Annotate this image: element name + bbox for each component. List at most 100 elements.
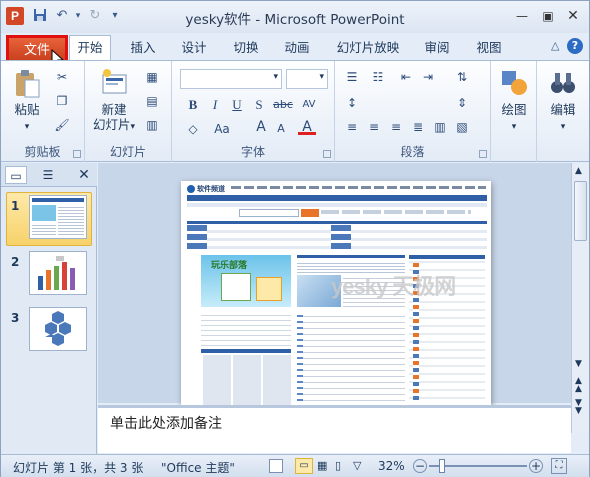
title-bar: P ↶ ▾ ↻ ▾ yesky软件 - Microsoft PowerPoint… bbox=[1, 1, 589, 33]
align-text-icon[interactable]: ⇕ bbox=[453, 95, 471, 111]
slide-thumbnail-1[interactable] bbox=[29, 195, 87, 239]
vertical-scrollbar[interactable]: ▲ ▼ ▲ ▲ ▼ ▼ bbox=[571, 163, 589, 433]
ribbon-tabs: 文件 开始 插入 设计 切换 动画 幻灯片放映 审阅 视图 △ ? bbox=[1, 33, 589, 69]
slide-thumbnail-2[interactable] bbox=[29, 251, 87, 295]
paragraph-launcher-icon[interactable] bbox=[479, 150, 487, 158]
section-icon[interactable]: ▥ bbox=[143, 117, 161, 133]
text-direction-icon[interactable]: ⇅ bbox=[453, 69, 471, 85]
tab-design[interactable]: 设计 bbox=[174, 37, 214, 61]
slide-site-name: 软件频道 bbox=[197, 185, 225, 193]
slide-number: 1 bbox=[11, 199, 20, 213]
paste-button[interactable]: 粘贴 ▾ bbox=[9, 67, 45, 135]
cut-icon[interactable]: ✂ bbox=[53, 69, 71, 85]
shapes-style-icon[interactable]: ◇ bbox=[184, 121, 202, 137]
tab-transitions[interactable]: 切换 bbox=[226, 37, 266, 61]
slides-pane: ▭ ☰ ✕ 1 2 3 bbox=[1, 163, 97, 454]
shadow-button[interactable]: S bbox=[250, 97, 268, 113]
italic-button[interactable]: I bbox=[206, 97, 224, 113]
next-slide-icon[interactable]: ▼ ▼ bbox=[575, 399, 582, 416]
drawing-group: 绘图 ▾ bbox=[491, 61, 537, 162]
strikethrough-button[interactable]: abc bbox=[270, 97, 296, 113]
line-spacing-icon[interactable]: ↕ bbox=[343, 95, 361, 111]
minimize-icon[interactable]: — bbox=[511, 7, 533, 25]
paste-icon bbox=[16, 70, 40, 98]
font-group: ▾ ▾ B I U S abc AV ◇ Aa A A A 字体 bbox=[172, 61, 335, 162]
slide-number: 2 bbox=[11, 255, 20, 269]
clipboard-launcher-icon[interactable] bbox=[73, 150, 81, 158]
zoom-slider-thumb[interactable] bbox=[439, 459, 445, 473]
zoom-in-icon[interactable]: + bbox=[529, 459, 543, 473]
editing-group: 编辑 ▾ bbox=[537, 61, 589, 162]
zoom-level[interactable]: 32% bbox=[378, 459, 405, 473]
tab-slideshow[interactable]: 幻灯片放映 bbox=[333, 37, 403, 61]
previous-slide-icon[interactable]: ▲ ▲ bbox=[575, 377, 582, 394]
tab-review[interactable]: 审阅 bbox=[417, 37, 457, 61]
font-launcher-icon[interactable] bbox=[323, 150, 331, 158]
slide-count-status: 幻灯片 第 1 张，共 3 张 bbox=[13, 461, 144, 475]
ribbon: 粘贴 ▾ ✂ ❐ 🖌 剪贴板 新建 幻灯片▾ ▦ ▤ ▥ 幻灯片 ▾ ▾ B I U bbox=[1, 60, 589, 162]
bullets-icon[interactable]: ☰ bbox=[343, 69, 361, 85]
notes-pane[interactable]: 单击此处添加备注 bbox=[98, 405, 571, 453]
theme-status[interactable]: "Office 主题" bbox=[161, 459, 235, 476]
numbering-icon[interactable]: ☷ bbox=[369, 69, 387, 85]
font-color-button[interactable]: A bbox=[298, 119, 316, 135]
tab-animations[interactable]: 动画 bbox=[277, 37, 317, 61]
editing-button[interactable]: 编辑 ▾ bbox=[543, 67, 583, 135]
reset-icon[interactable]: ▤ bbox=[143, 93, 161, 109]
align-right-icon[interactable]: ≡ bbox=[387, 119, 405, 135]
layout-icon[interactable]: ▦ bbox=[143, 69, 161, 85]
slide-editing-area[interactable]: 软件频道 玩乐部落 yesky 天极网 bbox=[98, 163, 571, 413]
copy-icon[interactable]: ❐ bbox=[53, 93, 71, 109]
new-slide-button[interactable]: 新建 幻灯片▾ bbox=[91, 67, 137, 135]
close-icon[interactable]: ✕ bbox=[562, 7, 584, 25]
scroll-up-icon[interactable]: ▲ bbox=[575, 166, 582, 176]
current-slide[interactable]: 软件频道 玩乐部落 yesky 天极网 bbox=[181, 181, 491, 413]
drawing-button[interactable]: 绘图 ▾ bbox=[495, 67, 533, 135]
notes-placeholder[interactable]: 单击此处添加备注 bbox=[110, 413, 222, 433]
reading-view-icon[interactable]: ▯ bbox=[335, 459, 341, 472]
grow-font-button[interactable]: A bbox=[252, 119, 270, 135]
new-slide-icon bbox=[102, 69, 127, 94]
slides-group-label: 幻灯片 bbox=[109, 145, 146, 159]
tab-insert[interactable]: 插入 bbox=[123, 37, 163, 61]
clipboard-group-label: 剪贴板 bbox=[24, 145, 61, 159]
fit-to-window-icon[interactable]: ⛶ bbox=[551, 458, 567, 474]
bold-button[interactable]: B bbox=[184, 97, 202, 113]
pane-tabs: ▭ ☰ ✕ bbox=[1, 163, 97, 187]
slides-tab-icon[interactable]: ▭ bbox=[5, 166, 27, 184]
align-left-icon[interactable]: ≡ bbox=[343, 119, 361, 135]
format-painter-icon[interactable]: 🖌 bbox=[53, 117, 71, 133]
slide-thumbnail-3[interactable] bbox=[29, 307, 87, 351]
scroll-down-icon[interactable]: ▼ bbox=[575, 359, 582, 369]
font-group-label: 字体 bbox=[240, 145, 265, 159]
slide-number: 3 bbox=[11, 311, 20, 325]
scroll-thumb[interactable] bbox=[574, 181, 587, 241]
smartart-icon[interactable]: ▧ bbox=[453, 119, 471, 135]
slideshow-view-icon[interactable]: ▽ bbox=[353, 459, 361, 472]
columns-icon[interactable]: ▥ bbox=[431, 119, 449, 135]
maximize-icon[interactable]: ▣ bbox=[537, 7, 559, 25]
decrease-indent-icon[interactable]: ⇤ bbox=[397, 69, 415, 85]
help-icon[interactable]: ? bbox=[567, 38, 583, 54]
change-case-button[interactable]: Aa bbox=[210, 121, 234, 137]
align-center-icon[interactable]: ≡ bbox=[365, 119, 383, 135]
paragraph-group: ☰ ☷ ⇤ ⇥ ⇅ ⇕ ▧ ≡ ≡ ≡ ≣ ▥ ↕ 段落 bbox=[335, 61, 491, 162]
font-name-combobox[interactable]: ▾ bbox=[180, 69, 282, 89]
increase-indent-icon[interactable]: ⇥ bbox=[419, 69, 437, 85]
underline-button[interactable]: U bbox=[228, 97, 246, 113]
slides-group: 新建 幻灯片▾ ▦ ▤ ▥ 幻灯片 bbox=[85, 61, 172, 162]
tab-home[interactable]: 开始 bbox=[69, 35, 111, 62]
slide-sorter-icon[interactable]: ▦ bbox=[317, 459, 327, 472]
minimize-ribbon-icon[interactable]: △ bbox=[547, 39, 563, 52]
outline-tab-icon[interactable]: ☰ bbox=[37, 166, 59, 184]
justify-icon[interactable]: ≣ bbox=[409, 119, 427, 135]
zoom-out-icon[interactable]: − bbox=[413, 459, 427, 473]
normal-view-icon[interactable]: ▭ bbox=[295, 458, 313, 474]
char-spacing-button[interactable]: AV bbox=[300, 97, 318, 113]
spell-check-icon[interactable] bbox=[269, 459, 283, 473]
shrink-font-button[interactable]: A bbox=[272, 121, 290, 137]
slide-watermark: yesky 天极网 bbox=[331, 274, 456, 299]
font-size-combobox[interactable]: ▾ bbox=[286, 69, 328, 89]
close-pane-icon[interactable]: ✕ bbox=[73, 166, 95, 184]
tab-view[interactable]: 视图 bbox=[469, 37, 509, 61]
